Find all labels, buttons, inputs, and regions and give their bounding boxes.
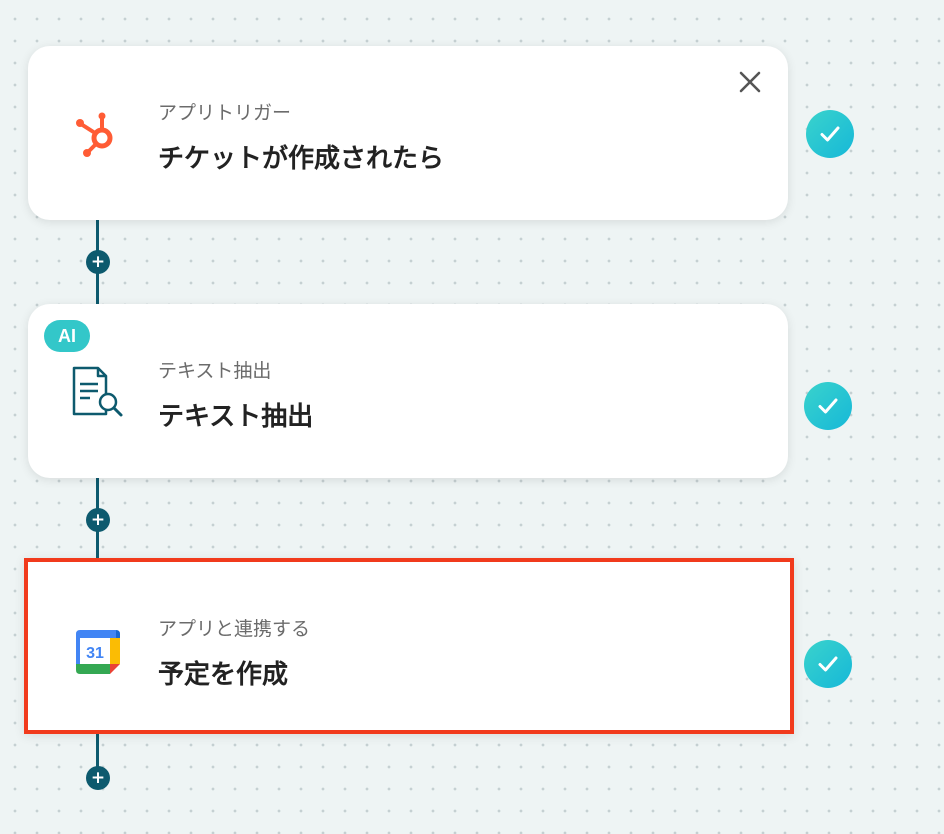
step-title: テキスト抽出 [158,402,314,432]
add-step-button[interactable]: + [86,250,110,274]
google-calendar-icon: 31 [70,624,126,680]
flow-step-card-text-extract[interactable]: テキスト抽出 テキスト抽出 [28,304,788,478]
ai-badge: AI [44,320,90,352]
document-search-icon [70,364,126,420]
close-icon[interactable] [734,66,766,98]
step-completed-check-icon [804,640,852,688]
add-step-button[interactable]: + [86,766,110,790]
step-kind-label: テキスト抽出 [158,360,272,382]
flow-step-card-trigger[interactable]: アプリトリガー チケットが作成されたら [28,46,788,220]
step-completed-check-icon [806,110,854,158]
calendar-day-text: 31 [86,645,104,662]
add-step-button[interactable]: + [86,508,110,532]
hubspot-icon [70,106,126,162]
step-title: 予定を作成 [158,660,289,690]
flow-step-card-create-event[interactable]: 31 アプリと連携する 予定を作成 [24,558,794,734]
step-kind-label: アプリトリガー [158,102,292,124]
step-title: チケットが作成されたら [158,144,445,174]
step-kind-label: アプリと連携する [158,618,311,640]
step-completed-check-icon [804,382,852,430]
